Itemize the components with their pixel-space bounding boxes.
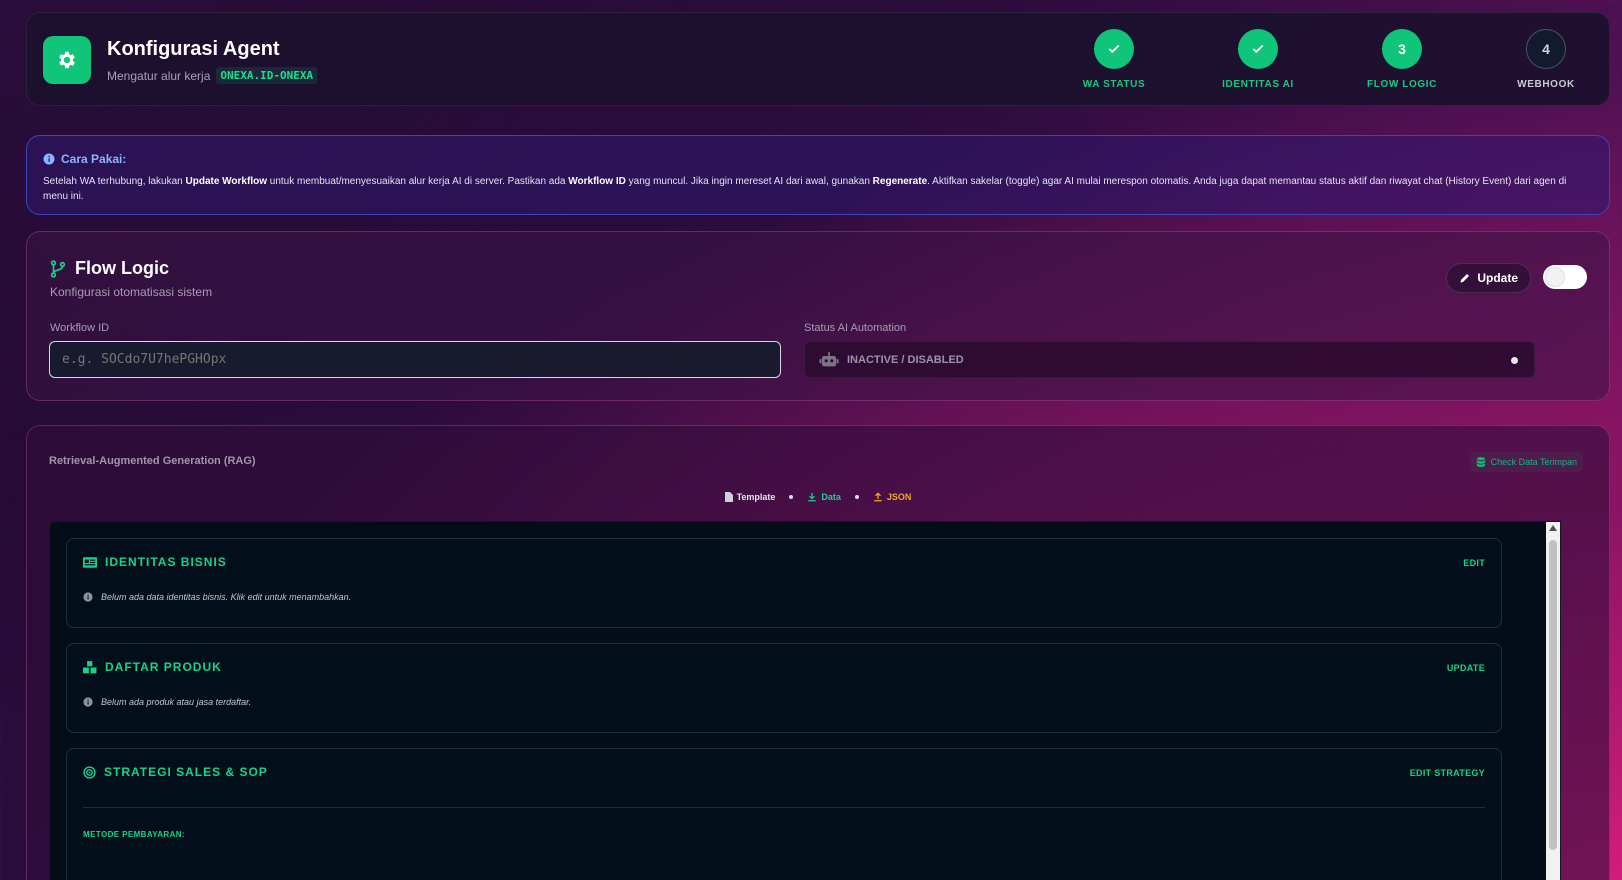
products-empty-text: Belum ada produk atau jasa terdaftar.: [101, 697, 252, 707]
flow-title: Flow Logic: [49, 258, 169, 279]
identity-empty-state: Belum ada data identitas bisnis. Klik ed…: [83, 592, 351, 602]
step-flow-logic[interactable]: 3 FLOW LOGIC: [1365, 29, 1439, 90]
info-title: Cara Pakai:: [43, 152, 1593, 166]
flow-subtitle: Konfigurasi otomatisasi sistem: [50, 285, 213, 299]
tab-data-label: Data: [821, 492, 841, 502]
info-body: Setelah WA terhubung, lakukan Update Wor…: [43, 174, 1593, 204]
status-label: Status AI Automation: [804, 322, 907, 334]
pencil-icon: [1460, 274, 1470, 283]
rag-title: Retrieval-Augmented Generation (RAG): [49, 455, 256, 467]
subtitle-text: Mengatur alur kerja: [107, 68, 211, 83]
edit-identity-button[interactable]: EDIT: [1463, 558, 1485, 568]
strategy-header: STRATEGI SALES & SOP: [83, 765, 268, 779]
step-label: IDENTITAS AI: [1222, 79, 1294, 90]
divider: [83, 807, 1485, 808]
target-icon: [83, 765, 96, 779]
check-icon: [1238, 29, 1278, 69]
info-text: Setelah WA terhubung, lakukan: [43, 176, 186, 187]
update-button[interactable]: Update: [1446, 263, 1531, 293]
check-icon: [1094, 29, 1134, 69]
info-text: yang muncul. Jika ingin mereset AI dari …: [625, 176, 873, 187]
check-data-label: Check Data Terimpan: [1490, 457, 1577, 467]
robot-icon: [819, 351, 839, 366]
step-label: FLOW LOGIC: [1367, 79, 1437, 90]
boxes-icon: [83, 660, 97, 673]
identity-header: IDENTITAS BISNIS: [83, 555, 227, 569]
tab-data[interactable]: Data: [807, 492, 841, 502]
step-label: WA STATUS: [1082, 79, 1146, 90]
git-branch-icon: [50, 259, 66, 278]
page-title: Konfigurasi Agent: [107, 38, 280, 60]
scrollbar-thumb[interactable]: [1549, 540, 1557, 850]
info-title-text: Cara Pakai:: [61, 152, 127, 166]
identity-title: IDENTITAS BISNIS: [105, 555, 227, 569]
info-bold: Update Workflow: [185, 176, 267, 187]
identity-section: IDENTITAS BISNIS EDIT Belum ada data ide…: [66, 538, 1502, 628]
step-wa-status[interactable]: WA STATUS: [1077, 29, 1151, 90]
vertical-scrollbar[interactable]: [1546, 522, 1560, 880]
update-button-label: Update: [1477, 271, 1518, 285]
strategy-section: STRATEGI SALES & SOP EDIT STRATEGY METOD…: [66, 748, 1502, 880]
tab-json[interactable]: JSON: [873, 492, 912, 502]
workflow-id-input[interactable]: [49, 341, 781, 378]
gear-icon: [43, 36, 91, 84]
edit-strategy-button[interactable]: EDIT STRATEGY: [1410, 768, 1485, 778]
rag-content-panel[interactable]: IDENTITAS BISNIS EDIT Belum ada data ide…: [49, 521, 1561, 880]
stepper: WA STATUS IDENTITAS AI 3 FLOW LOGIC 4 WE…: [1077, 29, 1583, 90]
identity-empty-text: Belum ada data identitas bisnis. Klik ed…: [101, 592, 352, 602]
rag-tabs: Template Data JSON: [27, 492, 1609, 502]
flow-logic-card: Flow Logic Konfigurasi otomatisasi siste…: [26, 231, 1610, 401]
tab-template[interactable]: Template: [724, 492, 776, 502]
payment-method-label: METODE PEMBAYARAN:: [83, 830, 186, 839]
info-bold: Workflow ID: [568, 176, 626, 187]
header-card: Konfigurasi Agent Mengatur alur kerja ON…: [26, 12, 1610, 106]
rag-card: Retrieval-Augmented Generation (RAG) Che…: [26, 425, 1610, 880]
step-number: 3: [1382, 29, 1422, 69]
status-value: INACTIVE / DISABLED: [847, 353, 964, 366]
status-field: INACTIVE / DISABLED: [804, 341, 1535, 378]
step-number: 4: [1526, 29, 1566, 69]
products-empty-state: Belum ada produk atau jasa terdaftar.: [83, 697, 251, 707]
products-section: DAFTAR PRODUK UPDATE Belum ada produk at…: [66, 643, 1502, 733]
upload-icon: [874, 492, 882, 502]
agent-code-badge: ONEXA.ID-ONEXA: [216, 67, 318, 84]
update-products-button[interactable]: UPDATE: [1447, 663, 1485, 673]
automation-toggle[interactable]: [1543, 265, 1587, 289]
step-label: WEBHOOK: [1517, 79, 1575, 90]
download-icon: [808, 492, 817, 502]
products-title: DAFTAR PRODUK: [105, 660, 222, 674]
status-dot: [1511, 357, 1518, 364]
products-header: DAFTAR PRODUK: [83, 660, 222, 674]
workflow-id-label: Workflow ID: [50, 322, 110, 334]
info-panel: Cara Pakai: Setelah WA terhubung, lakuka…: [26, 135, 1610, 215]
flow-title-text: Flow Logic: [75, 258, 169, 278]
tab-json-label: JSON: [886, 492, 912, 502]
file-icon: [724, 492, 733, 502]
step-identitas-ai[interactable]: IDENTITAS AI: [1221, 29, 1295, 90]
step-webhook[interactable]: 4 WEBHOOK: [1509, 29, 1583, 90]
tab-template-label: Template: [736, 492, 776, 502]
strategy-title: STRATEGI SALES & SOP: [104, 765, 268, 779]
info-icon: [83, 592, 93, 602]
database-icon: [1476, 456, 1485, 467]
check-data-button[interactable]: Check Data Terimpan: [1469, 452, 1583, 472]
info-text: untuk membuat/menyesuaikan alur kerja AI…: [266, 176, 569, 187]
tab-separator: [854, 495, 859, 499]
scroll-up-arrow-icon[interactable]: [1549, 525, 1557, 531]
toggle-knob: [1546, 268, 1564, 286]
page-subtitle: Mengatur alur kerja ONEXA.ID-ONEXA: [107, 67, 318, 84]
id-card-icon: [83, 556, 97, 568]
info-bold: Regenerate: [872, 176, 928, 187]
info-icon: [83, 697, 93, 707]
tab-separator: [789, 495, 794, 499]
info-icon: [43, 153, 55, 165]
